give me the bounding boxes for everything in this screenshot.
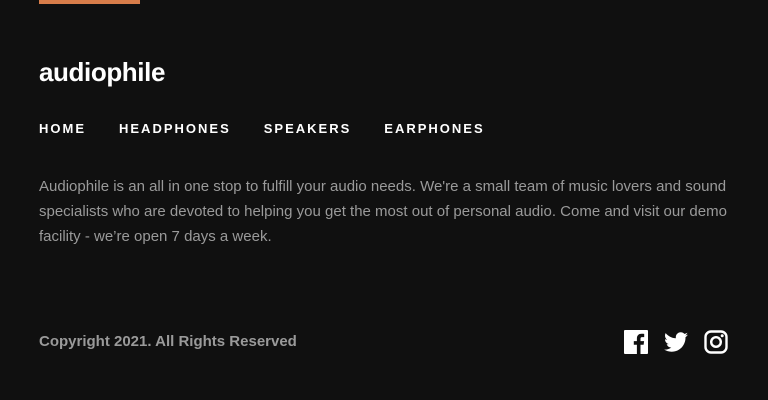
instagram-icon[interactable] bbox=[704, 330, 728, 354]
nav-link-home[interactable]: HOME bbox=[39, 121, 86, 137]
nav-link-earphones[interactable]: EARPHONES bbox=[384, 121, 484, 137]
site-footer: audiophile HOME HEADPHONES SPEAKERS EARP… bbox=[0, 0, 768, 400]
facebook-icon[interactable] bbox=[624, 330, 648, 354]
nav-link-headphones[interactable]: HEADPHONES bbox=[119, 121, 231, 137]
social-links bbox=[624, 330, 728, 354]
copyright-text: Copyright 2021. All Rights Reserved bbox=[39, 333, 297, 350]
twitter-icon[interactable] bbox=[664, 330, 688, 354]
accent-bar bbox=[39, 0, 140, 4]
footer-description: Audiophile is an all in one stop to fulf… bbox=[39, 178, 727, 245]
logo[interactable]: audiophile bbox=[39, 56, 165, 88]
nav-link-speakers[interactable]: SPEAKERS bbox=[264, 121, 352, 137]
footer-nav: HOME HEADPHONES SPEAKERS EARPHONES bbox=[39, 121, 485, 137]
